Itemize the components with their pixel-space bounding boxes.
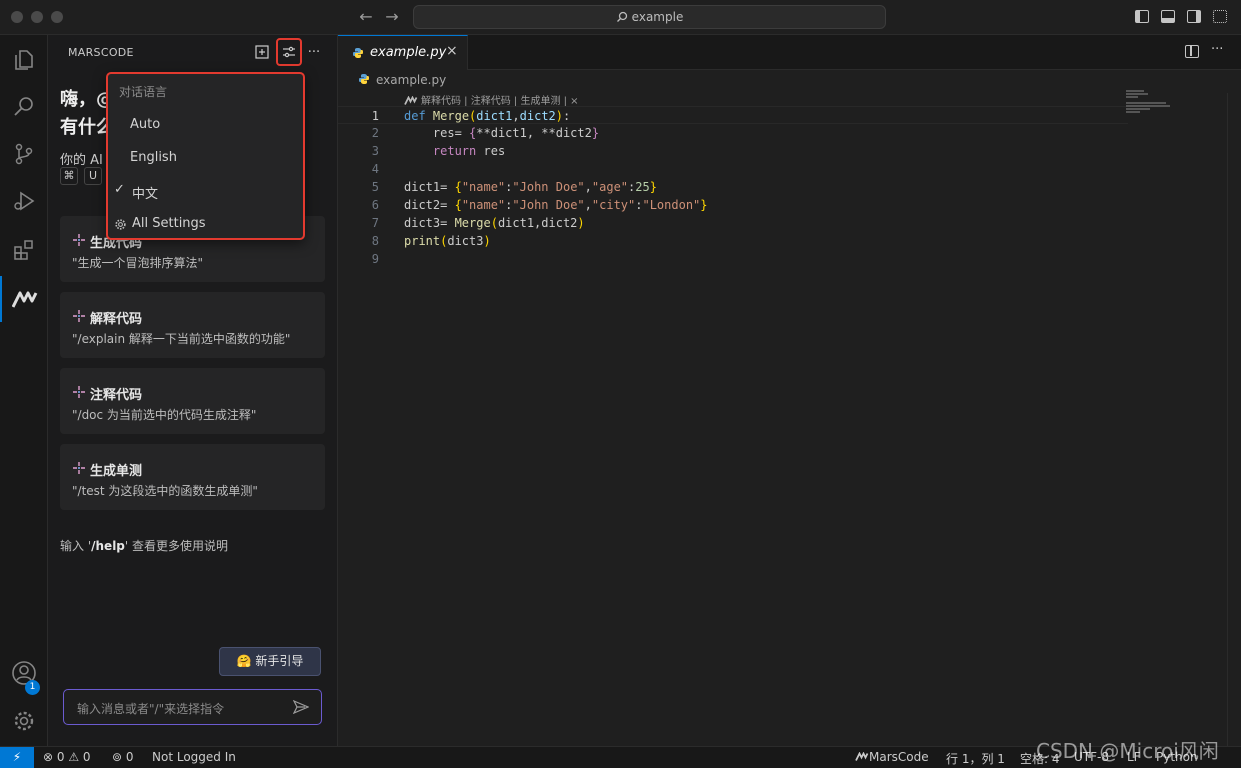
remote-indicator[interactable]: ⚡ bbox=[0, 747, 34, 768]
marscode-icon[interactable] bbox=[0, 276, 48, 322]
command-center-text: example bbox=[631, 10, 684, 24]
split-editor-icon[interactable] bbox=[1185, 45, 1199, 58]
code-line: 8 print(dict3) bbox=[371, 234, 491, 248]
code-line: 1 def Merge(dict1,dict2): bbox=[338, 106, 1128, 124]
chat-input[interactable]: 输入消息或者"/"来选择指令 bbox=[63, 689, 322, 725]
activity-bar: 1 bbox=[0, 35, 48, 746]
cursor-position[interactable]: 行 1，列 1 bbox=[946, 750, 1005, 767]
explorer-icon[interactable] bbox=[0, 37, 48, 83]
breadcrumb[interactable]: example.py bbox=[358, 73, 446, 87]
editor-area: example.py × ··· example.py 解释代码 | 注释代码 … bbox=[338, 35, 1241, 746]
menu-header: 对话语言 bbox=[119, 85, 168, 99]
code-line: 2 res= {**dict1, **dict2} bbox=[371, 126, 600, 140]
shortcut-key-cmd: ⌘ bbox=[60, 167, 78, 185]
card-title: 解释代码 bbox=[90, 312, 143, 327]
card-desc: "/explain 解释一下当前选中函数的功能" bbox=[72, 332, 291, 346]
editor-more-actions-icon[interactable]: ··· bbox=[1211, 42, 1223, 57]
minimize-window-icon[interactable] bbox=[31, 11, 43, 23]
broadcast-icon: ⊚ bbox=[112, 750, 126, 764]
search-icon[interactable] bbox=[0, 83, 48, 129]
help-hint: 输入 '/help' 查看更多使用说明 bbox=[60, 539, 229, 553]
suggestion-card-explain[interactable]: 解释代码 "/explain 解释一下当前选中函数的功能" bbox=[60, 292, 325, 358]
ports-status[interactable]: ⊚ 0 bbox=[112, 750, 134, 764]
beginner-guide-button[interactable]: 🤗 新手引导 bbox=[219, 647, 321, 676]
suggestion-card-comment[interactable]: 注释代码 "/doc 为当前选中的代码生成注释" bbox=[60, 368, 325, 434]
problems-count[interactable]: ⊗ 0 ⚠ 0 bbox=[43, 750, 91, 764]
command-center-search[interactable]: example bbox=[413, 5, 886, 29]
login-status[interactable]: Not Logged In bbox=[152, 750, 236, 764]
sparkle-icon bbox=[73, 234, 85, 246]
customize-layout-icon[interactable] bbox=[1213, 10, 1227, 23]
run-and-debug-icon[interactable] bbox=[0, 178, 48, 224]
chat-language-menu: 对话语言 Auto English ✓ 中文 All Settings bbox=[106, 72, 305, 240]
tab-label: example.py bbox=[370, 45, 447, 60]
python-file-icon bbox=[359, 74, 369, 84]
marscode-status[interactable]: MarsCode bbox=[855, 750, 929, 764]
card-desc: "生成一个冒泡排序算法" bbox=[72, 256, 204, 270]
forward-arrow-icon[interactable]: → bbox=[382, 7, 402, 27]
breadcrumb-file: example.py bbox=[376, 73, 447, 87]
suggestion-card-unittest[interactable]: 生成单测 "/test 为这段选中的函数生成单测" bbox=[60, 444, 325, 510]
gear-icon bbox=[115, 219, 126, 230]
toggle-primary-sidebar-icon[interactable] bbox=[1135, 10, 1149, 23]
account-icon[interactable]: 1 bbox=[0, 650, 48, 696]
code-line: 4 bbox=[371, 162, 379, 176]
watermark: CSDN @Microi风闲 bbox=[1036, 739, 1219, 763]
extensions-icon[interactable] bbox=[0, 227, 48, 273]
tab-close-icon[interactable]: × bbox=[446, 43, 458, 59]
panel-title: MARSCODE bbox=[68, 46, 134, 59]
shortcut-key-u: U bbox=[84, 167, 102, 185]
manage-gear-icon[interactable] bbox=[0, 698, 48, 744]
marscode-logo-icon bbox=[855, 751, 869, 761]
card-desc: "/doc 为当前选中的代码生成注释" bbox=[72, 408, 257, 422]
tab-bar: example.py × ··· bbox=[338, 35, 1241, 70]
toggle-panel-icon[interactable] bbox=[1161, 10, 1175, 23]
card-title: 生成单测 bbox=[90, 464, 143, 479]
chat-input-placeholder: 输入消息或者"/"来选择指令 bbox=[77, 702, 225, 716]
menu-item-all-settings[interactable]: All Settings bbox=[108, 209, 303, 239]
settings-sliders-icon[interactable] bbox=[276, 38, 302, 66]
card-title: 注释代码 bbox=[90, 388, 143, 403]
sparkle-icon bbox=[73, 462, 85, 474]
code-line: 5 dict1= {"name":"John Doe","age":25} bbox=[371, 180, 657, 194]
marscode-codelens[interactable]: 解释代码 | 注释代码 | 生成单测 | × bbox=[404, 92, 579, 107]
sparkle-icon bbox=[73, 386, 85, 398]
send-icon[interactable] bbox=[293, 700, 309, 714]
more-actions-icon[interactable]: ··· bbox=[303, 41, 325, 63]
check-icon: ✓ bbox=[114, 182, 125, 197]
code-line: 7 dict3= Merge(dict1,dict2) bbox=[371, 216, 585, 230]
menu-item-chinese[interactable]: ✓ 中文 bbox=[108, 176, 303, 206]
tab-example-py[interactable]: example.py × bbox=[338, 35, 468, 70]
title-bar: ← → example bbox=[0, 0, 1241, 35]
code-line: 9 bbox=[371, 252, 379, 266]
search-icon bbox=[616, 11, 627, 22]
code-line: 3 return res bbox=[371, 144, 506, 158]
close-window-icon[interactable] bbox=[11, 11, 23, 23]
marscode-logo-icon bbox=[404, 95, 418, 105]
zoom-window-icon[interactable] bbox=[51, 11, 63, 23]
sparkle-icon bbox=[73, 310, 85, 322]
python-file-icon bbox=[353, 48, 363, 58]
menu-item-auto[interactable]: Auto bbox=[108, 110, 303, 140]
card-desc: "/test 为这段选中的函数生成单测" bbox=[72, 484, 258, 498]
code-line: 6 dict2= {"name":"John Doe","city":"Londo… bbox=[371, 198, 708, 212]
code-editor[interactable]: 1 def Merge(dict1,dict2): 2 res= {**dict1… bbox=[338, 106, 1128, 268]
editor-scrollbar[interactable] bbox=[1227, 93, 1241, 746]
account-badge: 1 bbox=[25, 680, 40, 695]
ai-intro-text: 你的 AI bbox=[60, 153, 103, 168]
toggle-secondary-sidebar-icon[interactable] bbox=[1187, 10, 1201, 23]
back-arrow-icon[interactable]: ← bbox=[356, 7, 376, 27]
source-control-icon[interactable] bbox=[0, 131, 48, 177]
new-chat-icon[interactable] bbox=[251, 41, 273, 63]
menu-item-english[interactable]: English bbox=[108, 143, 303, 173]
minimap[interactable] bbox=[1126, 90, 1186, 120]
